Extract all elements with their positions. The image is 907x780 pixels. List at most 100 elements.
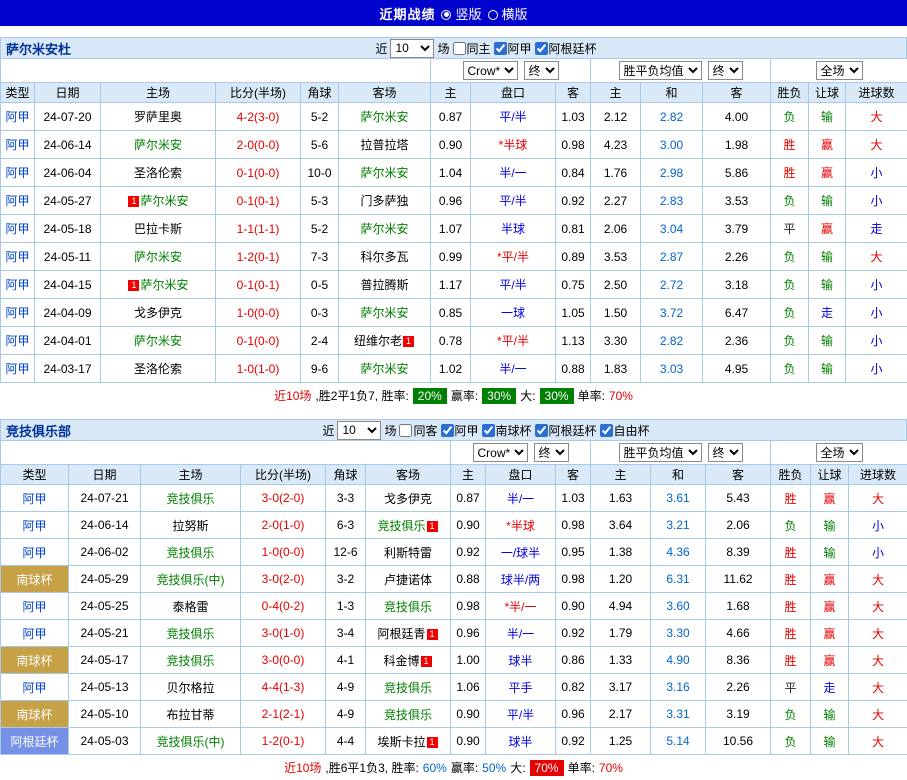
odds-state-select[interactable]: 终 xyxy=(524,61,559,80)
avg-away-odds: 3.53 xyxy=(703,187,771,215)
home-team-name: 竞技俱乐 xyxy=(166,654,214,668)
match-row: 阿根廷杯24-05-03竞技俱乐(中)1-2(0-1)4-4埃斯卡拉10.90球… xyxy=(1,728,907,755)
team-panel: 竞技俱乐部 近10场同客阿甲南球杯阿根廷杯自由杯 Crow*终胜平负均值终全场 … xyxy=(0,419,907,780)
avg-state-select[interactable]: 终 xyxy=(708,61,743,80)
column-header: 日期 xyxy=(69,465,141,485)
result-cell: 负 xyxy=(771,355,809,383)
handicap-result-cell: 赢 xyxy=(811,593,849,620)
filter-option[interactable]: 阿甲 xyxy=(494,40,532,57)
handicap-line: 球半/两 xyxy=(486,566,556,593)
home-team-name: 竞技俱乐 xyxy=(166,492,214,506)
filter-label: 南球杯 xyxy=(496,422,532,439)
red-card-badge: 1 xyxy=(128,280,139,291)
home-team: 圣洛伦索 xyxy=(101,355,216,383)
home-team: 竞技俱乐 xyxy=(141,485,241,512)
goals-cell: 大 xyxy=(846,103,907,131)
column-header: 比分(半场) xyxy=(216,83,301,103)
away-team-name: 竞技俱乐 xyxy=(384,681,432,695)
corner-score: 3-4 xyxy=(326,620,366,647)
footer-segment: 单率: xyxy=(568,759,595,776)
filter-checkbox[interactable] xyxy=(494,42,507,55)
column-header: 客 xyxy=(556,465,591,485)
filter-option[interactable]: 南球杯 xyxy=(482,422,532,439)
handicap-line: 平手 xyxy=(486,674,556,701)
home-team: 圣洛伦索 xyxy=(101,159,216,187)
home-odds: 1.06 xyxy=(451,674,486,701)
away-odds: 0.98 xyxy=(556,566,591,593)
avg-away-odds: 3.19 xyxy=(706,701,771,728)
handicap-result-cell: 输 xyxy=(811,701,849,728)
away-odds: 0.90 xyxy=(556,593,591,620)
match-type: 南球杯 xyxy=(1,566,69,593)
match-count-select[interactable]: 10 xyxy=(390,39,434,58)
home-team: 1萨尔米安 xyxy=(101,187,216,215)
footer-segment: 50% xyxy=(482,761,506,775)
filter-checkbox[interactable] xyxy=(453,42,466,55)
result-cell: 胜 xyxy=(771,131,809,159)
home-odds: 0.98 xyxy=(451,593,486,620)
scope-select[interactable]: 全场 xyxy=(816,443,863,462)
scope-select[interactable]: 全场 xyxy=(816,61,863,80)
home-team-name: 戈多伊克 xyxy=(134,306,182,320)
filter-option[interactable]: 阿甲 xyxy=(441,422,479,439)
filter-checkbox[interactable] xyxy=(535,42,548,55)
corner-score: 4-1 xyxy=(326,647,366,674)
filter-option[interactable]: 同主 xyxy=(453,40,491,57)
filter-label: 阿根廷杯 xyxy=(549,422,597,439)
filter-checkbox[interactable] xyxy=(482,424,495,437)
column-header: 和 xyxy=(651,465,706,485)
column-header: 主 xyxy=(591,83,641,103)
avg-type-select[interactable]: 胜平负均值 xyxy=(619,443,702,462)
result-cell: 负 xyxy=(771,243,809,271)
away-team-name: 阿根廷青 xyxy=(377,627,425,641)
stats-footer: 近10场,胜2平1负7, 胜率:20%赢率:30%大:30%单率:70% xyxy=(0,383,907,408)
avg-draw-odds: 2.98 xyxy=(641,159,703,187)
goals-cell: 小 xyxy=(846,271,907,299)
footer-segment: 70% xyxy=(530,760,564,776)
avg-away-odds: 1.98 xyxy=(703,131,771,159)
home-odds: 0.90 xyxy=(431,131,471,159)
filter-option[interactable]: 自由杯 xyxy=(600,422,650,439)
filter-option[interactable]: 同客 xyxy=(399,422,437,439)
avg-type-select[interactable]: 胜平负均值 xyxy=(619,61,702,80)
column-header: 让球 xyxy=(811,465,849,485)
team-name: 萨尔米安杜 xyxy=(6,39,71,58)
match-score: 1-0(1-0) xyxy=(216,355,301,383)
home-team-name: 泰格雷 xyxy=(172,600,208,614)
home-team: 竞技俱乐 xyxy=(141,539,241,566)
odds-company-select[interactable]: Crow* xyxy=(473,443,528,462)
away-odds: 0.81 xyxy=(556,215,591,243)
corner-score: 0-5 xyxy=(301,271,339,299)
odds-company-select[interactable]: Crow* xyxy=(463,61,518,80)
footer-segment: 大: xyxy=(510,759,525,776)
corner-score: 10-0 xyxy=(301,159,339,187)
filter-checkbox[interactable] xyxy=(535,424,548,437)
handicap-result-cell: 输 xyxy=(811,539,849,566)
match-date: 24-05-29 xyxy=(69,566,141,593)
corner-score: 5-2 xyxy=(301,215,339,243)
layout-radio[interactable] xyxy=(488,10,498,20)
match-row: 阿甲24-03-17圣洛伦索1-0(1-0)9-6萨尔米安1.02半/一0.88… xyxy=(1,355,907,383)
filter-checkbox[interactable] xyxy=(441,424,454,437)
corner-score: 5-6 xyxy=(301,131,339,159)
result-cell: 胜 xyxy=(771,159,809,187)
home-odds: 0.90 xyxy=(451,512,486,539)
avg-home-odds: 1.50 xyxy=(591,299,641,327)
corner-score: 1-3 xyxy=(326,593,366,620)
footer-segment: 70% xyxy=(609,389,633,403)
result-cell: 平 xyxy=(771,674,811,701)
avg-state-select[interactable]: 终 xyxy=(708,443,743,462)
away-team: 科尔多瓦 xyxy=(339,243,431,271)
filter-option[interactable]: 阿根廷杯 xyxy=(535,422,597,439)
filter-checkbox[interactable] xyxy=(600,424,613,437)
column-header: 盘口 xyxy=(486,465,556,485)
avg-draw-odds: 4.36 xyxy=(651,539,706,566)
odds-state-select[interactable]: 终 xyxy=(534,443,569,462)
handicap-line: 一/球半 xyxy=(486,539,556,566)
match-type: 阿甲 xyxy=(1,355,35,383)
filter-option[interactable]: 阿根廷杯 xyxy=(535,40,597,57)
layout-radio[interactable] xyxy=(441,10,451,20)
filter-checkbox[interactable] xyxy=(399,424,412,437)
away-team-name: 科尔多瓦 xyxy=(360,250,408,264)
match-count-select[interactable]: 10 xyxy=(337,421,381,440)
